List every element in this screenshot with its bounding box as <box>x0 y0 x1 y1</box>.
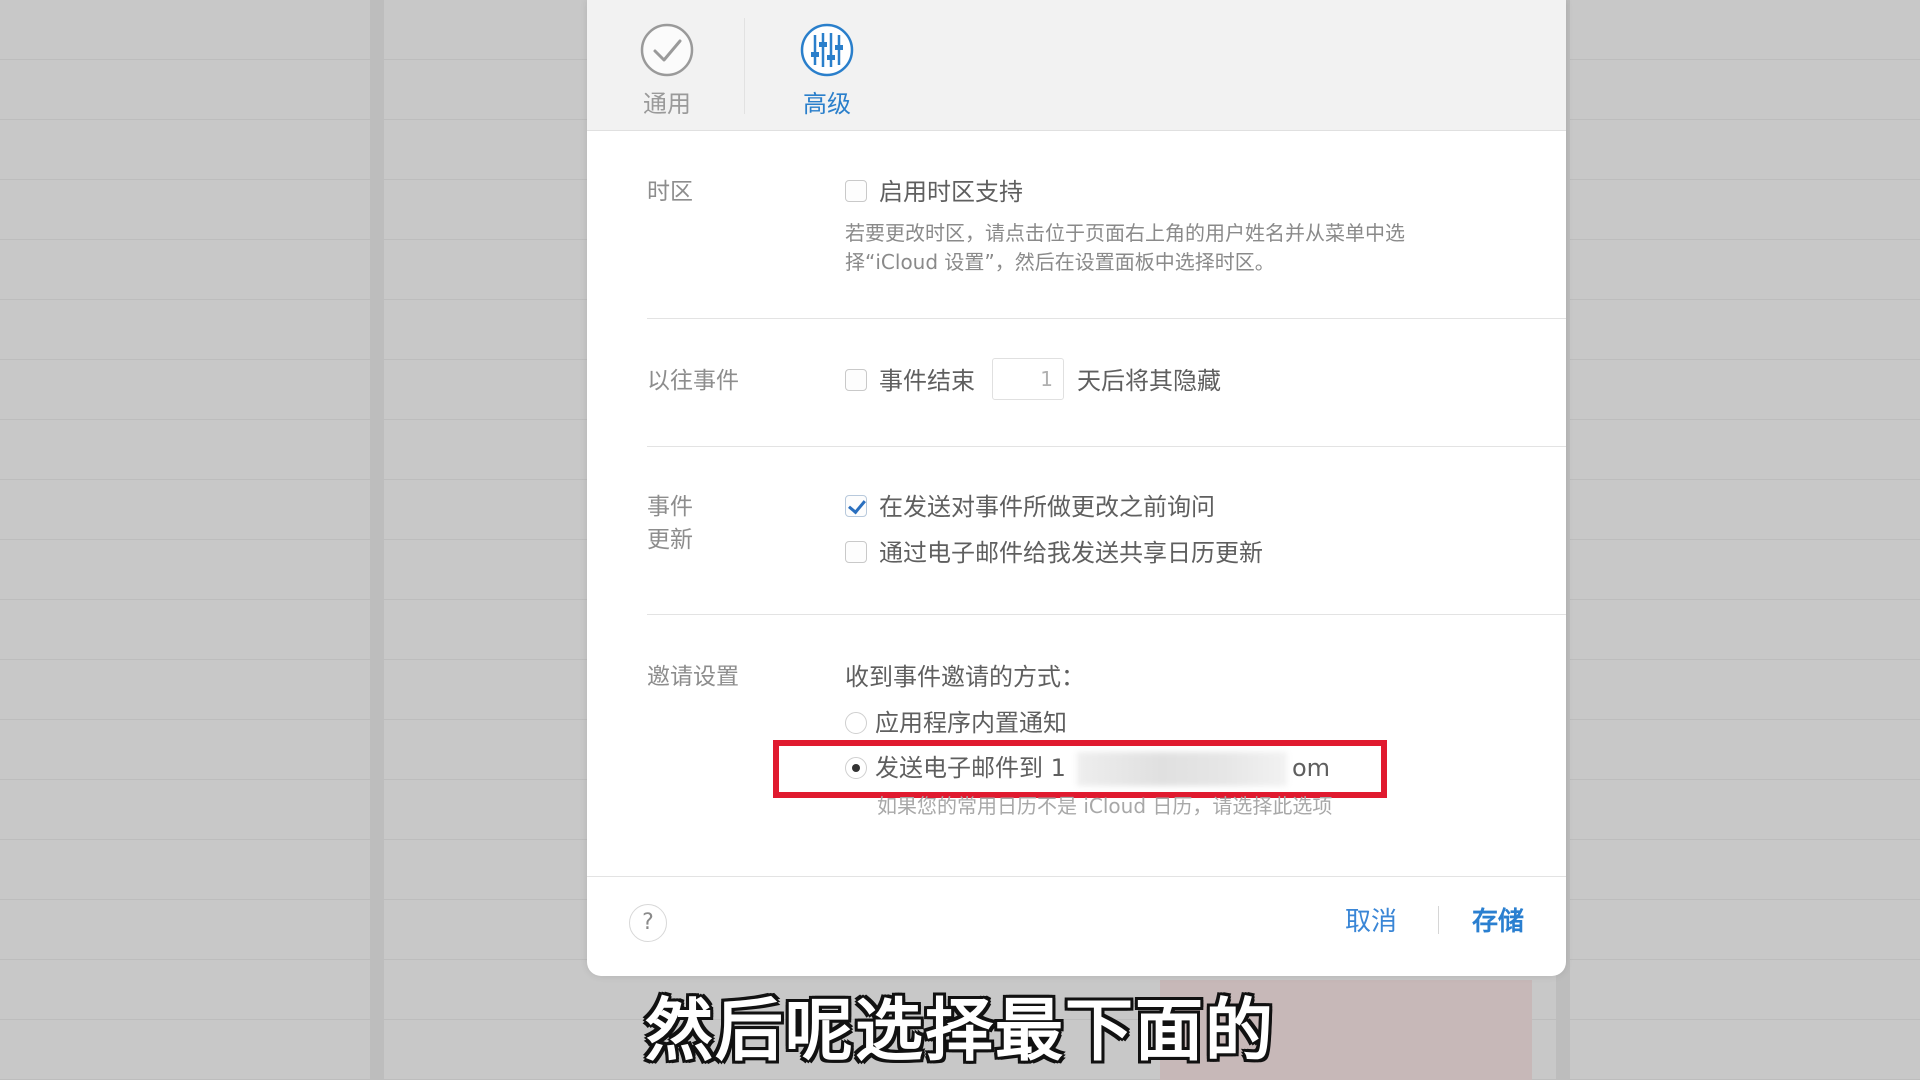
highlight-box <box>773 740 1387 798</box>
tab-advanced[interactable]: 高级 <box>772 22 882 119</box>
tab-general-label: 通用 <box>643 90 691 118</box>
section-divider <box>647 318 1566 319</box>
section-divider <box>647 614 1566 615</box>
ask-before-sending-label: 在发送对事件所做更改之前询问 <box>879 493 1215 521</box>
save-button[interactable]: 存储 <box>1472 904 1524 940</box>
invitations-prompt: 收到事件邀请的方式： <box>845 663 1085 691</box>
timezone-note-line2: 择“iCloud 设置”，然后在设置面板中选择时区。 <box>845 250 1275 274</box>
preferences-toolbar: 通用 高级 <box>587 0 1566 131</box>
email-invitation-note: 如果您的常用日历不是 iCloud 日历，请选择此选项 <box>877 794 1333 818</box>
timezone-support-checkbox[interactable] <box>845 180 867 202</box>
preferences-dialog: 通用 高级 时区 启用时区支持 若要更改时区，请点击位于页面右上角的用户姓名并从… <box>587 0 1566 976</box>
section-divider <box>647 446 1566 447</box>
email-shared-updates-checkbox[interactable] <box>845 541 867 563</box>
past-events-section-label: 以往事件 <box>647 368 739 394</box>
cancel-button[interactable]: 取消 <box>1345 904 1397 940</box>
in-app-notification-label: 应用程序内置通知 <box>875 709 1067 737</box>
tab-general[interactable]: 通用 <box>612 22 722 119</box>
event-updates-section-label-line1: 事件 <box>647 494 693 520</box>
help-button[interactable]: ? <box>629 904 667 942</box>
calendar-column-divider <box>370 0 384 1080</box>
hide-after-days-input[interactable]: 1 <box>992 358 1064 400</box>
event-updates-section-label-line2: 更新 <box>647 527 693 553</box>
ask-before-sending-checkbox[interactable] <box>845 495 867 517</box>
tab-advanced-label: 高级 <box>803 90 851 118</box>
timezone-support-label: 启用时区支持 <box>879 178 1023 206</box>
checkmark-circle-icon <box>640 23 694 77</box>
video-caption: 然后呢选择最下面的 <box>644 992 1275 1071</box>
invitations-section-label: 邀请设置 <box>647 664 739 690</box>
button-divider <box>1438 906 1439 934</box>
sliders-icon <box>800 23 854 77</box>
hide-after-days-suffix: 天后将其隐藏 <box>1077 367 1221 395</box>
timezone-note-line1: 若要更改时区，请点击位于页面右上角的用户姓名并从菜单中选 <box>845 221 1405 245</box>
email-shared-updates-label: 通过电子邮件给我发送共享日历更新 <box>879 539 1263 567</box>
timezone-section-label: 时区 <box>647 179 693 205</box>
in-app-notification-radio[interactable] <box>845 712 867 734</box>
footer-divider <box>587 876 1566 877</box>
toolbar-divider <box>744 18 745 114</box>
hide-past-events-checkbox[interactable] <box>845 369 867 391</box>
hide-past-events-label: 事件结束 <box>879 367 975 395</box>
